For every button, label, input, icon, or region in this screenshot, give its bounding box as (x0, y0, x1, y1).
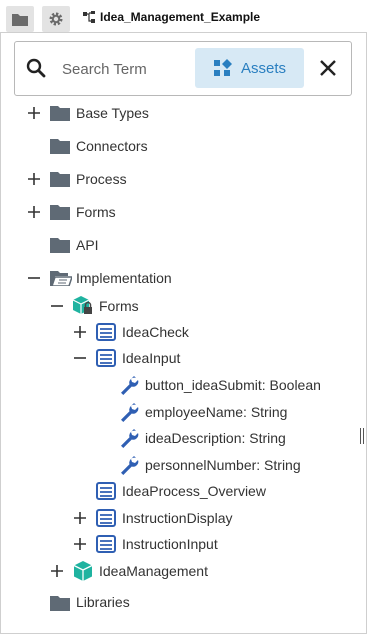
assets-button[interactable]: Assets (195, 48, 304, 88)
tree-item-label: Libraries (76, 594, 130, 610)
folder-icon (50, 172, 70, 187)
tree-item-label: Forms (99, 298, 139, 314)
hierarchy-icon (83, 11, 95, 23)
expand-plus-icon[interactable] (27, 106, 41, 120)
assets-icon (213, 59, 232, 76)
tree-item-label: Implementation (76, 270, 172, 286)
locked-package-icon (72, 296, 92, 314)
tree-item-label: employeeName: String (145, 404, 288, 420)
project-tab-title: Idea_Management_Example (100, 10, 261, 24)
settings-tab-button[interactable] (42, 6, 70, 32)
form-icon (96, 323, 116, 341)
collapse-minus-icon[interactable] (27, 271, 41, 285)
expand-plus-icon[interactable] (73, 325, 87, 339)
close-icon[interactable] (317, 57, 339, 79)
wrench-icon (121, 429, 139, 448)
tree-item-label: personnelNumber: String (145, 457, 301, 473)
assets-button-label: Assets (240, 59, 286, 77)
folder-icon (50, 238, 70, 253)
tree-item-label: Forms (76, 204, 116, 220)
expand-plus-icon[interactable] (27, 205, 41, 219)
wrench-icon (121, 403, 139, 422)
search-icon[interactable] (25, 57, 47, 79)
wrench-icon (121, 376, 139, 395)
package-icon (73, 561, 93, 581)
collapse-minus-icon[interactable] (73, 351, 87, 365)
form-icon (96, 509, 116, 527)
folder-tab-button[interactable] (6, 6, 34, 32)
expand-plus-icon[interactable] (73, 511, 87, 525)
tree-item-label: IdeaProcess_Overview (122, 483, 266, 499)
tree-item-label: IdeaManagement (99, 563, 208, 579)
tree-item-label: IdeaInput (122, 350, 181, 366)
project-tab[interactable]: Idea_Management_Example (82, 10, 260, 24)
folder-icon (50, 596, 70, 611)
tree-item-label: Process (76, 171, 127, 187)
form-icon (96, 535, 116, 553)
tree-item-label: Base Types (76, 105, 149, 121)
collapse-minus-icon[interactable] (50, 299, 64, 313)
expand-plus-icon[interactable] (27, 172, 41, 186)
folder-icon (50, 106, 70, 121)
tree-item-label: button_ideaSubmit: Boolean (145, 377, 321, 393)
search-bar: Search Term Assets (14, 41, 352, 96)
gear-icon (49, 12, 63, 26)
folder-icon (50, 139, 70, 154)
expand-plus-icon[interactable] (73, 537, 87, 551)
folder-icon (12, 13, 28, 26)
folder-open-icon (50, 271, 72, 286)
expand-plus-icon[interactable] (50, 564, 64, 578)
form-icon (96, 349, 116, 367)
tree-item-label: InstructionInput (122, 536, 218, 552)
wrench-icon (121, 456, 139, 475)
tree-item-label: Connectors (76, 138, 148, 154)
tree-item-label: API (76, 237, 99, 253)
tree-item-label: ideaDescription: String (145, 430, 286, 446)
search-input[interactable]: Search Term (62, 61, 147, 78)
form-icon (96, 482, 116, 500)
folder-icon (50, 205, 70, 220)
resize-handle[interactable] (360, 428, 364, 444)
tree-item-label: IdeaCheck (122, 324, 189, 340)
tree-item-label: InstructionDisplay (122, 510, 233, 526)
